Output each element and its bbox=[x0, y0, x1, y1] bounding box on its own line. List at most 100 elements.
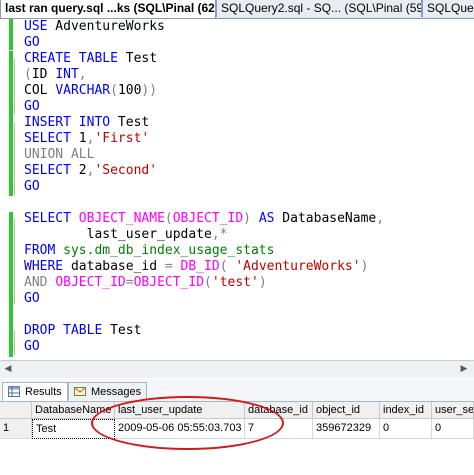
code-token: 1 bbox=[70, 131, 87, 146]
results-grid[interactable]: DatabaseName last_user_update database_i… bbox=[0, 402, 474, 475]
column-header[interactable]: database_id bbox=[245, 402, 313, 419]
code-token: OBJECT_ID bbox=[55, 275, 126, 290]
tab-label: SQLQuery2.sql - SQ... (SQL\Pinal (59))* bbox=[221, 1, 422, 15]
code-line[interactable]: SELECT 1,'First' bbox=[24, 131, 149, 147]
code-token: GO bbox=[24, 35, 40, 50]
fold-line bbox=[14, 59, 15, 115]
table-cell[interactable]: Test bbox=[32, 419, 115, 439]
code-line[interactable]: GO bbox=[24, 291, 40, 307]
code-token: ID bbox=[31, 67, 56, 82]
tab-label: SQLQuery bbox=[427, 1, 474, 15]
code-token: SELECT bbox=[24, 211, 71, 226]
table-cell[interactable]: 359672329 bbox=[313, 419, 380, 439]
horizontal-scrollbar[interactable]: ◀ ▶ bbox=[0, 360, 474, 378]
code-token: Test bbox=[110, 115, 150, 130]
code-token: FROM bbox=[24, 243, 56, 258]
code-token: ( bbox=[204, 275, 212, 290]
code-token: 2 bbox=[70, 163, 87, 178]
code-line[interactable]: AND OBJECT_ID=OBJECT_ID('test') bbox=[24, 275, 267, 291]
document-tab-strip: last ran query.sql ...ks (SQL\Pinal (62)… bbox=[0, 0, 474, 19]
tab-sqlquery[interactable]: SQLQuery bbox=[422, 0, 474, 17]
code-token: SELECT bbox=[24, 163, 71, 178]
scroll-right-icon[interactable]: ▶ bbox=[458, 363, 470, 375]
column-header[interactable]: last_user_update bbox=[115, 402, 245, 419]
code-token: WHERE bbox=[24, 259, 64, 274]
code-line[interactable]: GO bbox=[24, 35, 40, 51]
table-cell[interactable]: 2009-05-06 05:55:03.703 bbox=[115, 419, 245, 439]
column-header[interactable]: index_id bbox=[380, 402, 432, 419]
code-token: GO bbox=[24, 339, 40, 354]
code-line[interactable]: (ID INT, bbox=[24, 67, 87, 83]
code-token: , bbox=[376, 211, 385, 226]
code-line[interactable]: WHERE database_id = DB_ID( 'AdventureWor… bbox=[24, 259, 368, 275]
code-token: Test bbox=[102, 323, 142, 338]
code-token: = bbox=[125, 275, 134, 290]
code-token: AdventureWorks bbox=[47, 19, 165, 34]
code-token: GO bbox=[24, 179, 40, 194]
table-cell[interactable]: 0 bbox=[380, 419, 432, 439]
code-token: INSERT INTO bbox=[24, 115, 111, 130]
code-line[interactable]: SELECT 2,'Second' bbox=[24, 163, 157, 179]
fold-line bbox=[14, 219, 15, 304]
code-token: ( bbox=[219, 259, 228, 274]
row-number[interactable]: 1 bbox=[0, 419, 32, 439]
code-token: )) bbox=[141, 83, 158, 98]
code-token: 'Second' bbox=[94, 163, 158, 178]
code-token: sys.dm_db_index_usage_stats bbox=[55, 243, 275, 258]
code-token: GO bbox=[24, 291, 40, 306]
code-line[interactable]: USE AdventureWorks bbox=[24, 19, 165, 35]
table-cell[interactable]: 7 bbox=[245, 419, 313, 439]
code-token: OBJECT_ID bbox=[172, 211, 244, 226]
code-token: AND bbox=[24, 275, 48, 290]
code-line[interactable]: COL VARCHAR(100)) bbox=[24, 83, 157, 99]
code-token: VARCHAR bbox=[55, 83, 111, 98]
tab-results[interactable]: Results bbox=[2, 382, 68, 401]
code-token: last_user_update bbox=[24, 227, 212, 242]
change-marker bbox=[9, 51, 13, 116]
code-token: ) bbox=[360, 259, 369, 274]
query-editor[interactable]: USE AdventureWorks GO CREATE TABLE Test (ID… bbox=[0, 19, 474, 360]
code-token: USE bbox=[24, 19, 48, 34]
scroll-left-icon[interactable]: ◀ bbox=[2, 363, 14, 375]
code-token: DROP TABLE bbox=[24, 323, 103, 338]
column-header[interactable]: object_id bbox=[313, 402, 380, 419]
code-line[interactable]: GO bbox=[24, 179, 40, 195]
code-token: 'test' bbox=[211, 275, 259, 290]
table-cell[interactable]: 0 bbox=[432, 419, 474, 439]
code-token: OBJECT_NAME bbox=[78, 211, 165, 226]
column-header[interactable]: DatabaseName bbox=[32, 402, 115, 419]
code-line[interactable]: FROM sys.dm_db_index_usage_stats bbox=[24, 243, 274, 259]
tab-last-ran-query[interactable]: last ran query.sql ...ks (SQL\Pinal (62)… bbox=[0, 0, 216, 18]
results-tab-strip: Results Messages bbox=[0, 379, 474, 402]
code-line[interactable]: DROP TABLE Test bbox=[24, 323, 141, 339]
code-token: OBJECT_ID bbox=[133, 275, 205, 290]
code-token: ,* bbox=[211, 227, 228, 242]
code-token: SELECT bbox=[24, 131, 71, 146]
column-header[interactable]: user_see bbox=[432, 402, 474, 419]
code-line[interactable]: last_user_update,* bbox=[24, 227, 228, 243]
fold-line bbox=[14, 123, 15, 195]
code-line[interactable]: CREATE TABLE Test bbox=[24, 51, 157, 67]
tab-sqlquery2[interactable]: SQLQuery2.sql - SQ... (SQL\Pinal (59))*✕ bbox=[216, 0, 422, 17]
code-token: ( bbox=[110, 83, 118, 98]
code-token: 'First' bbox=[94, 131, 150, 146]
code-token: GO bbox=[24, 99, 40, 114]
tab-messages[interactable]: Messages bbox=[68, 382, 148, 400]
code-token: DB_ID bbox=[180, 259, 220, 274]
row-header-corner bbox=[0, 402, 32, 419]
code-token: , bbox=[78, 67, 87, 82]
code-line[interactable]: GO bbox=[24, 339, 40, 355]
fold-line bbox=[14, 331, 15, 355]
code-token: AS bbox=[251, 211, 275, 226]
code-token: = bbox=[164, 259, 173, 274]
code-token: COL bbox=[24, 83, 56, 98]
code-line[interactable]: INSERT INTO Test bbox=[24, 115, 149, 131]
code-token: 100 bbox=[117, 83, 142, 98]
code-token: ( bbox=[24, 67, 32, 82]
code-line[interactable]: SELECT OBJECT_NAME(OBJECT_ID) AS Databas… bbox=[24, 211, 384, 227]
code-line[interactable]: GO bbox=[24, 99, 40, 115]
code-line[interactable]: UNION ALL bbox=[24, 147, 94, 163]
change-marker bbox=[9, 19, 13, 50]
messages-icon bbox=[74, 387, 86, 396]
